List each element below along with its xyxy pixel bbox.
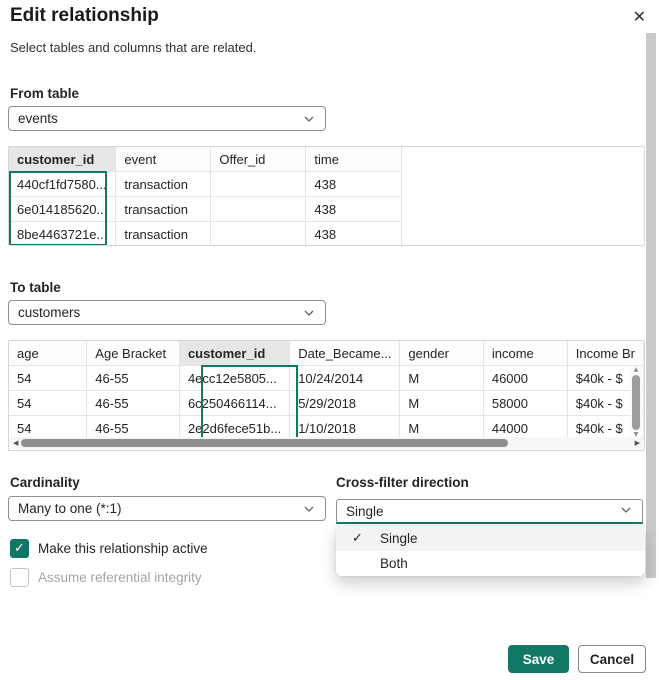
table-vertical-scrollbar[interactable]: ▲ ▼ (630, 366, 642, 439)
table-row: 6e014185620... transaction 438 (9, 196, 403, 222)
to-table-dropdown[interactable]: customers (8, 300, 326, 325)
customers-cell[interactable]: 54 (9, 390, 88, 416)
events-col-header-customer-id[interactable]: customer_id (9, 147, 117, 172)
active-relationship-checkbox[interactable]: ✓ (10, 539, 29, 558)
events-cell[interactable]: 6e014185620... (9, 196, 117, 222)
scroll-right-icon[interactable]: ▶ (632, 437, 643, 449)
cancel-button[interactable]: Cancel (578, 645, 646, 673)
customers-cell[interactable]: 54 (9, 365, 88, 391)
events-cell[interactable]: 438 (305, 196, 403, 222)
events-cell[interactable]: transaction (115, 196, 212, 222)
events-cell[interactable]: 8be4463721e... (9, 221, 117, 245)
customers-cell[interactable]: M (399, 365, 484, 391)
to-table-label: To table (10, 280, 61, 295)
cardinality-selected-value: Many to one (*:1) (18, 501, 122, 516)
table-row: 54 46-55 6c250466114... 5/29/2018 M 5800… (9, 390, 644, 416)
horizontal-scroll-track[interactable] (21, 437, 631, 449)
cross-filter-selected-value: Single (346, 503, 384, 519)
to-table-preview: age Age Bracket customer_id Date_Became.… (8, 340, 645, 451)
checkmark-icon: ✓ (352, 531, 363, 546)
customers-cell[interactable]: 46-55 (86, 390, 180, 416)
cardinality-dropdown[interactable]: Many to one (*:1) (8, 496, 326, 521)
customers-cell[interactable]: 46000 (483, 365, 568, 391)
chevron-down-icon (302, 502, 316, 516)
horizontal-scroll-thumb[interactable] (21, 439, 509, 447)
events-cell[interactable] (210, 196, 307, 222)
chevron-down-icon (302, 112, 316, 126)
scroll-up-icon[interactable]: ▲ (634, 366, 639, 374)
from-table-label: From table (10, 86, 80, 101)
scroll-left-icon[interactable]: ◀ (10, 437, 21, 449)
customers-col-header-age-bracket[interactable]: Age Bracket (86, 341, 180, 366)
table-row: 54 46-55 4ecc12e5805... 10/24/2014 M 460… (9, 365, 644, 391)
customers-cell[interactable]: 5/29/2018 (289, 390, 401, 416)
customers-col-header-gender[interactable]: gender (399, 341, 484, 366)
chevron-down-icon (302, 306, 316, 320)
referential-integrity-label: Assume referential integrity (38, 570, 202, 585)
table-row: 8be4463721e... transaction 438 (9, 221, 403, 245)
customers-col-header-customer-id[interactable]: customer_id (179, 341, 291, 366)
table-horizontal-scrollbar[interactable]: ◀ ▶ (10, 437, 643, 449)
cardinality-label: Cardinality (10, 475, 80, 490)
menu-item-label: Single (380, 531, 418, 546)
menu-item-single[interactable]: ✓ Single (336, 526, 645, 551)
events-col-header-event[interactable]: event (115, 147, 212, 172)
from-table-preview: customer_id event Offer_id time 440cf1fd… (8, 146, 645, 246)
events-cell[interactable]: 438 (305, 221, 403, 245)
checkmark-icon: ✓ (14, 541, 25, 556)
from-table-dropdown[interactable]: events (8, 106, 326, 131)
events-cell[interactable]: transaction (115, 221, 212, 245)
events-cell[interactable] (210, 221, 307, 245)
customers-col-header-income[interactable]: income (483, 341, 568, 366)
events-cell[interactable]: 438 (305, 171, 403, 197)
dialog-scrollbar[interactable] (646, 33, 656, 578)
events-cell[interactable]: 440cf1fd7580... (9, 171, 117, 197)
active-relationship-label: Make this relationship active (38, 541, 208, 556)
customers-col-header-age[interactable]: age (9, 341, 88, 366)
cross-filter-dropdown[interactable]: Single (336, 499, 643, 524)
events-col-header-time[interactable]: time (305, 147, 403, 172)
events-col-header-offer-id[interactable]: Offer_id (210, 147, 307, 172)
chevron-down-icon (619, 503, 633, 520)
customers-cell[interactable]: 58000 (483, 390, 568, 416)
save-button[interactable]: Save (508, 645, 569, 673)
table-row: 440cf1fd7580... transaction 438 (9, 171, 403, 197)
referential-integrity-checkbox (10, 568, 29, 587)
to-table-selected-value: customers (18, 305, 81, 320)
page-title: Edit relationship (10, 5, 159, 26)
vertical-scroll-thumb[interactable] (632, 375, 640, 430)
customers-cell[interactable]: 4ecc12e5805... (179, 365, 291, 391)
customers-col-header-income-bracket[interactable]: Income Br (567, 341, 644, 366)
customers-cell[interactable]: 10/24/2014 (289, 365, 401, 391)
customers-col-header-date-became[interactable]: Date_Became... (289, 341, 401, 366)
menu-item-label: Both (380, 556, 408, 571)
events-cell[interactable]: transaction (115, 171, 212, 197)
cross-filter-dropdown-menu: ✓ Single Both (336, 526, 645, 576)
close-icon[interactable]: ✕ (631, 7, 648, 27)
dialog-subtitle: Select tables and columns that are relat… (10, 40, 257, 55)
customers-cell[interactable]: 6c250466114... (179, 390, 291, 416)
menu-item-both[interactable]: Both (336, 551, 645, 576)
customers-cell[interactable]: 46-55 (86, 365, 180, 391)
events-cell[interactable] (210, 171, 307, 197)
customers-cell[interactable]: M (399, 390, 484, 416)
from-table-selected-value: events (18, 111, 58, 126)
cross-filter-label: Cross-filter direction (336, 475, 469, 490)
